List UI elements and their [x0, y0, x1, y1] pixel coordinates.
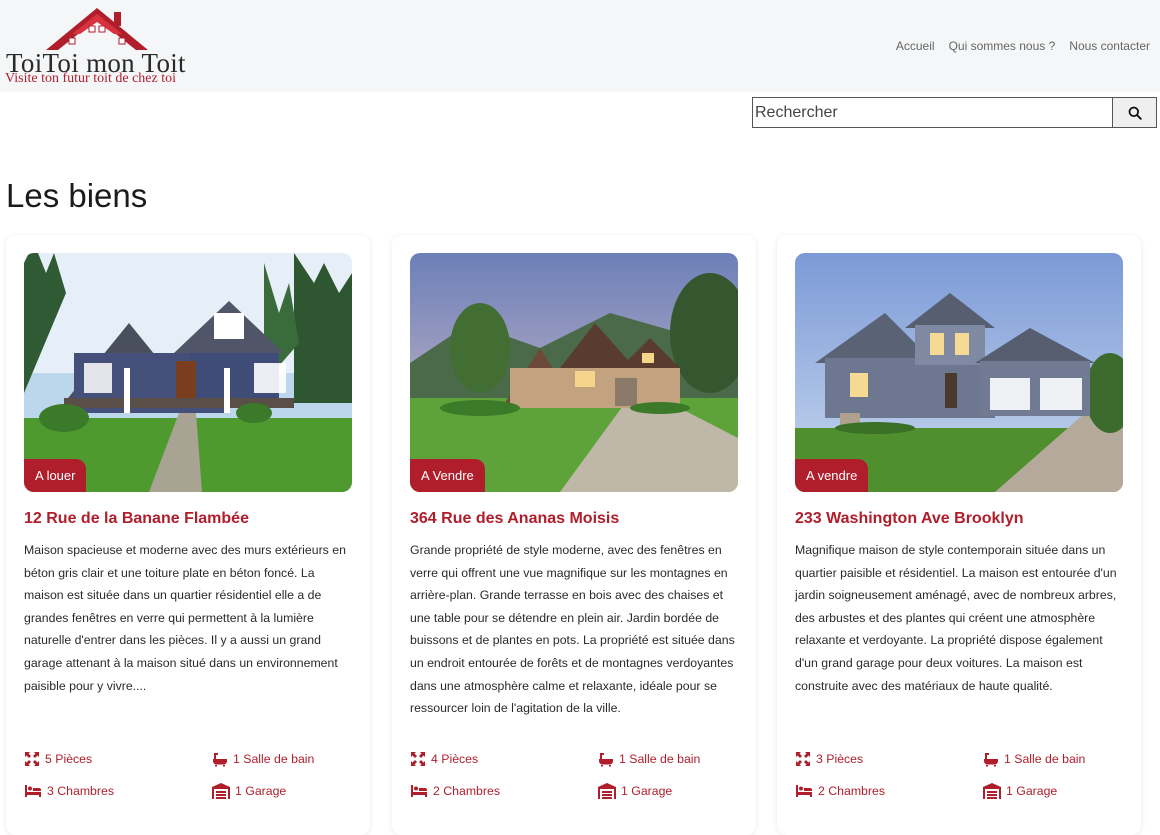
- search-form: [752, 97, 1157, 128]
- site-logo[interactable]: ToiToi mon Toit Visite ton futur toit de…: [4, 4, 204, 88]
- listing-description: Grande propriété de style moderne, avec …: [410, 543, 735, 716]
- search-input[interactable]: [752, 97, 1112, 128]
- listing-photo[interactable]: A louer: [24, 253, 352, 492]
- search-icon: [1128, 106, 1142, 120]
- listing-description: Magnifique maison de style contemporain …: [795, 543, 1117, 693]
- feature-garage-label: 1 Garage: [1006, 784, 1058, 798]
- listing-grid: A louer 12 Rue de la Banane Flambée Mais…: [6, 235, 1156, 835]
- feature-bedrooms-label: 2 Chambres: [818, 784, 885, 798]
- listing-status-badge: A Vendre: [410, 459, 485, 492]
- nav-link-nous-contacter[interactable]: Nous contacter: [1069, 39, 1150, 53]
- feature-bathrooms-label: 1 Salle de bain: [233, 752, 315, 766]
- feature-garage: 1 Garage: [212, 783, 286, 799]
- feature-bathrooms: 1 Salle de bain: [983, 751, 1085, 767]
- nav-link-qui-sommes-nous[interactable]: Qui sommes nous ?: [949, 39, 1056, 53]
- logo-tagline: Visite ton futur toit de chez toi: [5, 71, 177, 86]
- listing-card[interactable]: A louer 12 Rue de la Banane Flambée Mais…: [6, 235, 370, 835]
- listing-title[interactable]: 233 Washington Ave Brooklyn: [795, 510, 1023, 528]
- garage-icon: [212, 783, 230, 799]
- feature-bedrooms: 3 Chambres: [24, 783, 114, 799]
- page-title: Les biens: [6, 177, 148, 214]
- feature-bathrooms: 1 Salle de bain: [598, 751, 700, 767]
- expand-arrows-icon: [796, 752, 810, 766]
- feature-bedrooms: 2 Chambres: [410, 783, 500, 799]
- listing-photo[interactable]: A vendre: [795, 253, 1123, 492]
- expand-arrows-icon: [411, 752, 425, 766]
- listing-card[interactable]: A Vendre 364 Rue des Ananas Moisis Grand…: [392, 235, 756, 835]
- garage-icon: [983, 783, 1001, 799]
- bathtub-icon: [599, 753, 613, 767]
- listing-title[interactable]: 12 Rue de la Banane Flambée: [24, 510, 249, 528]
- main-nav: Accueil Qui sommes nous ? Nous contacter: [896, 39, 1150, 53]
- feature-rooms: 4 Pièces: [410, 751, 478, 767]
- feature-bathrooms-label: 1 Salle de bain: [1004, 752, 1086, 766]
- nav-link-accueil[interactable]: Accueil: [896, 39, 935, 53]
- bed-icon: [796, 785, 812, 797]
- feature-bedrooms: 2 Chambres: [795, 783, 885, 799]
- feature-garage-label: 1 Garage: [235, 784, 287, 798]
- feature-rooms-label: 5 Pièces: [45, 752, 93, 766]
- feature-bedrooms-label: 2 Chambres: [433, 784, 500, 798]
- garage-icon: [598, 783, 616, 799]
- listing-title[interactable]: 364 Rue des Ananas Moisis: [410, 510, 619, 528]
- feature-rooms: 3 Pièces: [795, 751, 863, 767]
- feature-garage: 1 Garage: [598, 783, 672, 799]
- listing-status-badge: A louer: [24, 459, 87, 492]
- bed-icon: [25, 785, 41, 797]
- feature-rooms-label: 4 Pièces: [431, 752, 479, 766]
- feature-bedrooms-label: 3 Chambres: [47, 784, 114, 798]
- listing-description: Maison spacieuse et moderne avec des mur…: [24, 543, 346, 693]
- feature-rooms-label: 3 Pièces: [816, 752, 864, 766]
- house-roof-icon: [46, 8, 148, 50]
- expand-arrows-icon: [25, 752, 39, 766]
- bed-icon: [411, 785, 427, 797]
- listing-status-badge: A vendre: [795, 459, 869, 492]
- feature-bathrooms: 1 Salle de bain: [212, 751, 314, 767]
- feature-rooms: 5 Pièces: [24, 751, 92, 767]
- bathtub-icon: [213, 753, 227, 767]
- site-header: ToiToi mon Toit Visite ton futur toit de…: [0, 0, 1160, 92]
- feature-garage: 1 Garage: [983, 783, 1057, 799]
- search-button[interactable]: [1112, 97, 1157, 128]
- listing-photo[interactable]: A Vendre: [410, 253, 738, 492]
- listing-card[interactable]: A vendre 233 Washington Ave Brooklyn Mag…: [777, 235, 1141, 835]
- feature-bathrooms-label: 1 Salle de bain: [619, 752, 701, 766]
- feature-garage-label: 1 Garage: [621, 784, 673, 798]
- bathtub-icon: [984, 753, 998, 767]
